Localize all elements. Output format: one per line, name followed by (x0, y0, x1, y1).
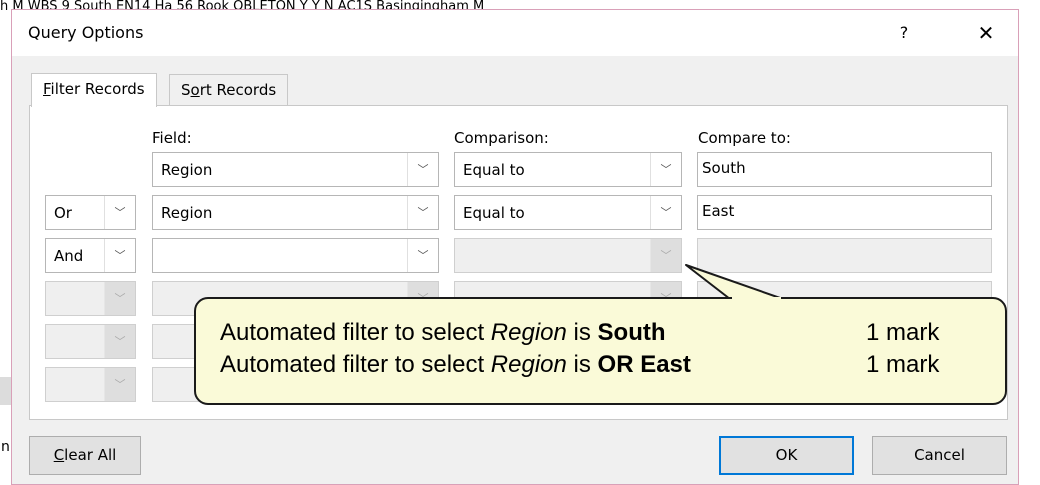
callout-line: Automated filter to select Region is Sou… (220, 319, 666, 346)
callout-line: Automated filter to select Region is OR … (220, 351, 691, 378)
annotation-callout: Automated filter to select Region is Sou… (194, 297, 1007, 405)
callout-pointer-join (732, 297, 781, 300)
callout-mark: 1 mark (866, 319, 940, 346)
accelerator-key: F (43, 80, 51, 98)
tab-filter-records[interactable]: Filter Records (31, 73, 157, 107)
callout-mark: 1 mark (866, 351, 940, 378)
